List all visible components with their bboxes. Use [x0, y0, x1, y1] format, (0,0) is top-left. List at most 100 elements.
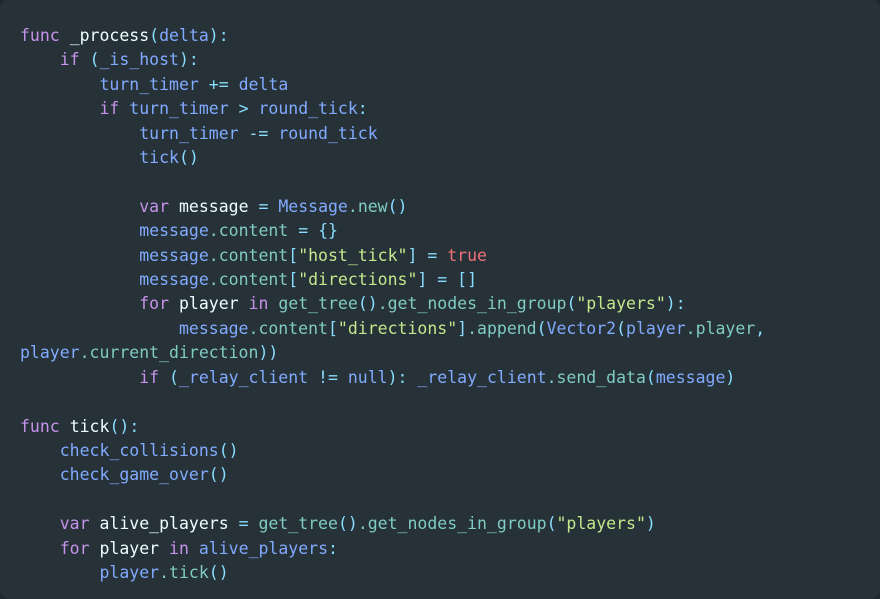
- code-line: player.tick(): [20, 561, 874, 585]
- code-token-punc: ): [645, 514, 656, 534]
- code-token-punc: )): [258, 343, 279, 363]
- code-token-punc: ): [387, 367, 398, 387]
- code-token-ident: alive_players: [198, 538, 328, 558]
- code-token-ident: message: [178, 318, 249, 338]
- code-line: if (_relay_client != null): _relay_clien…: [20, 366, 874, 390]
- code-token-prop: .: [347, 196, 358, 216]
- code-token-prop: current_direction: [89, 343, 259, 363]
- code-token-ident: message: [139, 270, 209, 290]
- code-token-punc: :: [218, 26, 229, 45]
- code-token-kw: for: [59, 538, 90, 558]
- code-line: turn_timer += delta: [20, 73, 874, 97]
- code-token-punc: ): [725, 367, 736, 387]
- code-block[interactable]: func _process(delta): if (_is_host): tur…: [0, 24, 880, 585]
- code-token-ident: tick: [139, 148, 179, 168]
- code-token-punc: (: [536, 318, 547, 338]
- code-token-kw: if: [99, 99, 120, 119]
- code-line: message.content["directions"] = []: [20, 268, 874, 292]
- code-token-prop: content: [218, 270, 289, 290]
- code-token-punc: :: [675, 294, 686, 314]
- code-token-punc: (): [109, 416, 130, 436]
- code-token-kw: var: [139, 196, 170, 216]
- code-line: func tick():: [20, 415, 874, 439]
- code-token-punc: :: [397, 367, 408, 387]
- code-token-kw: if: [139, 367, 160, 387]
- code-token-punc: [: [288, 270, 299, 290]
- code-token-punc: [: [288, 245, 299, 265]
- code-line: turn_timer -= round_tick: [20, 122, 874, 146]
- code-token-punc: ]: [407, 245, 418, 265]
- code-token-ident: player: [20, 343, 80, 363]
- code-token-ident: check_collisions: [59, 440, 219, 460]
- code-token-const: true: [447, 245, 487, 265]
- code-token-ident: _relay_client: [417, 367, 547, 387]
- code-token-prop: .: [208, 270, 219, 290]
- code-token-str: "players": [576, 294, 666, 314]
- code-token-prop: get_nodes_in_group: [387, 294, 567, 314]
- code-token-punc: ]: [417, 270, 428, 290]
- code-token-prop: new: [357, 196, 388, 216]
- code-token-plain: player: [178, 294, 239, 314]
- code-token-punc: (: [616, 318, 627, 338]
- code-token-kw: for: [139, 294, 170, 314]
- code-snippet-panel: func _process(delta): if (_is_host): tur…: [0, 0, 880, 599]
- code-token-punc: (: [566, 294, 577, 314]
- code-token-punc: (: [546, 514, 557, 534]
- code-token-punc: (): [218, 440, 239, 460]
- code-line: check_game_over(): [20, 463, 874, 487]
- code-token-prop: append: [477, 318, 537, 338]
- code-token-punc: (): [337, 514, 358, 534]
- code-token-prop: .: [467, 318, 478, 338]
- code-token-ident: Message: [278, 196, 348, 216]
- code-token-ident: Vector2: [546, 318, 617, 338]
- code-token-op: =: [298, 221, 309, 241]
- code-token-str: "directions": [298, 270, 418, 290]
- code-token-kw: func: [20, 26, 60, 45]
- code-token-punc: (: [645, 367, 656, 387]
- code-token-op: =: [258, 196, 269, 216]
- code-line: message.content["host_tick"] = true: [20, 244, 874, 268]
- code-line: func _process(delta):: [20, 24, 874, 48]
- code-token-punc: (): [357, 294, 378, 314]
- code-token-prop: player: [695, 318, 756, 338]
- code-token-ident: message: [139, 221, 209, 241]
- code-token-str: "host_tick": [298, 245, 408, 265]
- code-line: if turn_timer > round_tick:: [20, 97, 874, 121]
- code-token-punc: []: [457, 270, 478, 290]
- code-token-prop: .: [208, 245, 219, 265]
- code-line: for player in get_tree().get_nodes_in_gr…: [20, 292, 874, 316]
- code-token-ident: delta: [238, 74, 289, 94]
- code-token-punc: {}: [318, 221, 338, 241]
- code-token-punc: :: [328, 538, 338, 558]
- code-token-op: +=: [208, 74, 229, 94]
- code-token-punc: :: [357, 99, 368, 119]
- code-token-prop: .: [79, 343, 90, 363]
- code-token-ident: player: [626, 318, 686, 338]
